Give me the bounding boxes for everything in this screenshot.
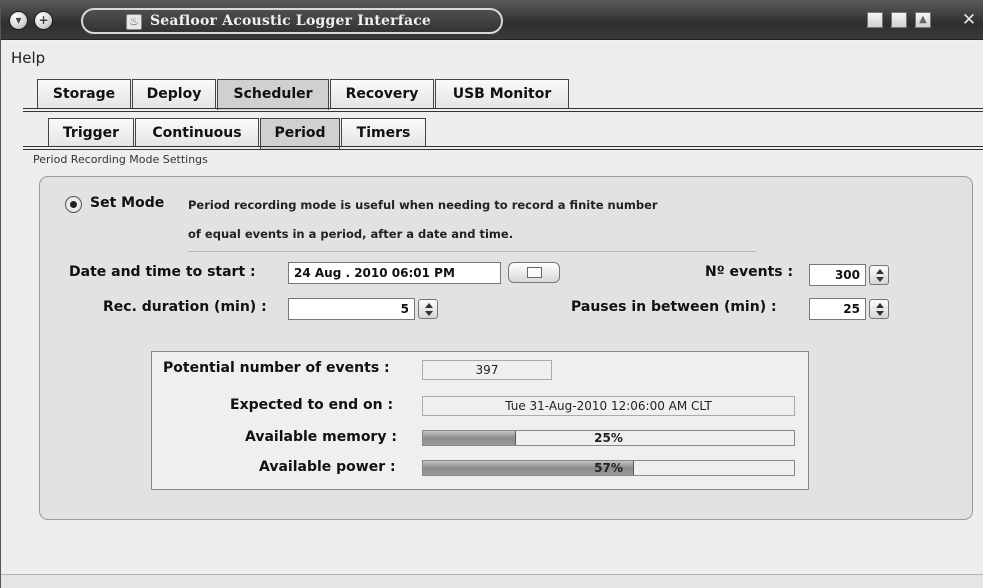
title-pill: ♨ Seafloor Acoustic Logger Interface [81,8,503,34]
date-start-field[interactable]: 24 Aug . 2010 06:01 PM [288,262,501,284]
set-mode-radio[interactable] [65,196,82,213]
num-events-spinner[interactable] [869,265,889,285]
rec-duration-label: Rec. duration (min) : [103,299,267,315]
num-events-field[interactable]: 300 [809,264,866,286]
sub-tab-divider [23,146,983,150]
tab-usb-monitor[interactable]: USB Monitor [435,79,569,108]
spin-down-icon[interactable] [425,311,433,316]
potential-events-value: 397 [422,360,552,380]
rec-duration-spinner[interactable] [418,299,438,319]
rec-duration-field[interactable]: 5 [288,298,415,320]
set-mode-label[interactable]: Set Mode [90,195,164,211]
tab-continuous[interactable]: Continuous [135,118,259,147]
spin-up-icon[interactable] [425,303,433,308]
spin-down-icon[interactable] [876,277,884,282]
title-bar[interactable]: ▾ + ♨ Seafloor Acoustic Logger Interface… [1,0,983,40]
radio-selected-dot [70,201,77,208]
status-strip [1,574,983,588]
minimize-icon[interactable] [867,12,883,28]
pauses-label: Pauses in between (min) : [571,299,777,315]
tab-recovery[interactable]: Recovery [330,79,434,108]
expected-end-label: Expected to end on : [230,397,394,413]
section-title: Period Recording Mode Settings [33,153,208,166]
tab-scheduler[interactable]: Scheduler [217,79,329,110]
date-start-label: Date and time to start : [69,264,256,280]
memory-progress-bar: 25% [422,430,795,446]
menu-bar: Help [1,44,983,72]
num-events-label: Nº events : [705,264,794,280]
main-tab-row: Storage Deploy Scheduler Recovery USB Mo… [1,79,983,110]
memory-label: Available memory : [245,429,397,445]
add-icon[interactable]: + [34,11,53,30]
spin-up-icon[interactable] [876,269,884,274]
power-progress-bar: 57% [422,460,795,476]
sub-tab-row: Trigger Continuous Period Timers [1,118,983,149]
close-icon[interactable]: ✕ [959,10,979,30]
window-title: Seafloor Acoustic Logger Interface [150,13,432,29]
expected-end-value: Tue 31-Aug-2010 12:06:00 AM CLT [422,396,795,416]
tab-trigger[interactable]: Trigger [48,118,134,147]
java-app-icon: ♨ [126,14,142,30]
calendar-icon [527,267,542,278]
restore-icon[interactable] [891,12,907,28]
window-menu-icon[interactable]: ▾ [9,11,28,30]
spin-up-icon[interactable] [876,303,884,308]
power-label: Available power : [259,459,396,475]
calendar-button[interactable] [508,262,560,283]
mode-description-line2: of equal events in a period, after a dat… [188,227,514,241]
tab-timers[interactable]: Timers [341,118,426,147]
app-window: ▾ + ♨ Seafloor Acoustic Logger Interface… [0,0,983,588]
description-divider [188,251,756,252]
potential-events-label: Potential number of events : [163,360,390,376]
pauses-field[interactable]: 25 [809,298,866,320]
spin-down-icon[interactable] [876,311,884,316]
maximize-icon[interactable]: ▲ [915,12,931,28]
main-tab-divider [23,108,983,112]
memory-percent: 25% [594,431,623,445]
power-percent: 57% [594,461,623,475]
tab-deploy[interactable]: Deploy [132,79,216,108]
menu-help[interactable]: Help [11,49,45,67]
tab-period[interactable]: Period [260,118,340,149]
mode-description-line1: Period recording mode is useful when nee… [188,198,658,212]
tab-storage[interactable]: Storage [37,79,131,108]
pauses-spinner[interactable] [869,299,889,319]
